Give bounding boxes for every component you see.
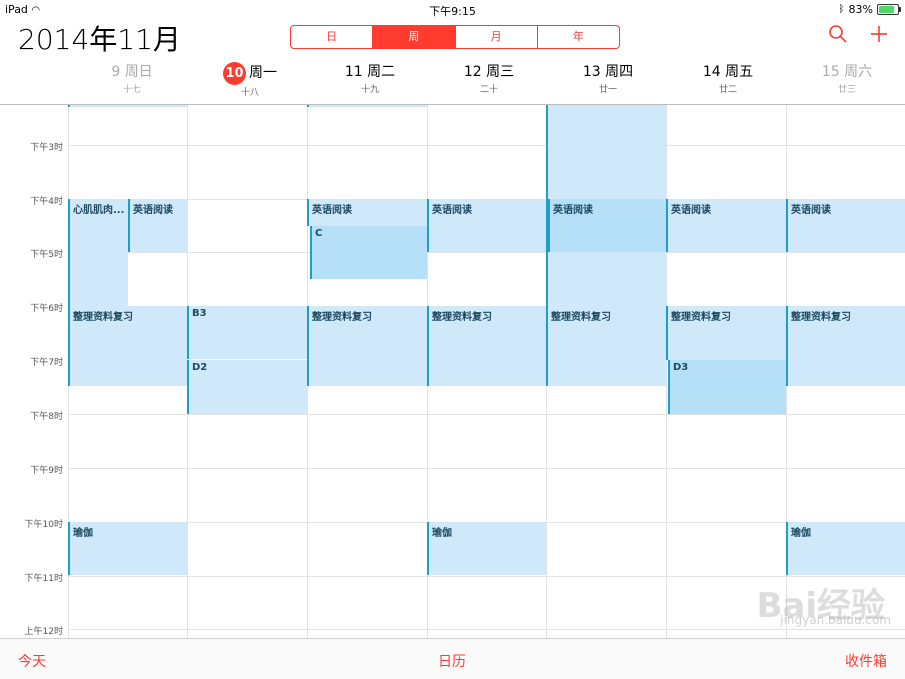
event-review-wed[interactable]: 整理资料复习 [427, 306, 546, 386]
day-date: 9 [111, 64, 121, 80]
time-label: 下午5时 [30, 250, 63, 260]
day-date: 12 [463, 64, 482, 80]
watermark-url: jingyan.baidu.com [780, 613, 891, 627]
battery-percent: 83% [848, 3, 873, 16]
day-header-tue[interactable]: 11 周二 十九 [310, 62, 430, 95]
time-label: 下午3时 [30, 143, 63, 153]
day-date: 14 [702, 64, 721, 80]
event-english-wed[interactable]: 英语阅读 [427, 199, 546, 252]
event-continuation[interactable] [307, 105, 427, 107]
event-review-thu[interactable]: 整理资料复习 [546, 306, 666, 386]
time-label: 下午11时 [24, 574, 63, 584]
event-yoga-sun[interactable]: 瑜伽 [68, 522, 187, 575]
day-header-sat[interactable]: 15 周六 廿三 [787, 62, 905, 95]
event-c[interactable]: C [310, 226, 427, 279]
day-lunar: 廿二 [718, 85, 737, 95]
day-header-thu[interactable]: 13 周四 廿一 [548, 62, 668, 95]
hour-line [68, 468, 905, 469]
day-weekday: 周二 [367, 64, 396, 80]
hour-line [68, 414, 905, 415]
bottom-toolbar: 今天 日历 收件箱 [0, 638, 905, 679]
event-yoga-sat[interactable]: 瑜伽 [786, 522, 905, 575]
event-b3[interactable]: B3 [187, 306, 307, 359]
day-weekday: 周三 [486, 64, 515, 80]
status-right: ᛒ 83% [838, 3, 901, 16]
today-date-circle: 10 [223, 62, 246, 85]
hour-line [68, 145, 905, 146]
event-review-sat[interactable]: 整理资料复习 [786, 306, 905, 386]
day-weekday: 周一 [249, 65, 277, 81]
day-lunar: 廿一 [598, 85, 617, 95]
day-header-sun[interactable]: 9 周日 十七 [72, 62, 192, 95]
event-english-tue[interactable]: 英语阅读 [307, 199, 427, 226]
add-event-icon[interactable] [869, 24, 889, 50]
page-title: 2014年11月 [18, 23, 181, 56]
event-english-thu[interactable]: 英语阅读 [548, 199, 666, 252]
day-date: 13 [582, 64, 601, 80]
time-label: 下午8时 [30, 412, 63, 422]
event-sun-heart[interactable]: 心肌肌肉... [68, 199, 128, 306]
view-segmented-control: 日 周 月 年 [290, 25, 620, 49]
segment-day[interactable]: 日 [291, 26, 374, 48]
day-lunar: 十七 [122, 85, 141, 95]
battery-icon [877, 4, 901, 15]
segment-year[interactable]: 年 [538, 26, 619, 48]
day-header-mon[interactable]: 10 周一 十八 [190, 62, 310, 98]
day-lunar: 二十 [479, 85, 498, 95]
column-divider [666, 105, 667, 638]
time-label: 下午9时 [30, 466, 63, 476]
event-yoga-wed[interactable]: 瑜伽 [427, 522, 546, 575]
status-bar: iPad ◠ 下午9:15 ᛒ 83% [0, 0, 905, 18]
day-weekday: 周日 [124, 64, 153, 80]
week-grid[interactable]: 下午3时 下午4时 下午5时 下午6时 下午7时 下午8时 下午9时 下午10时… [0, 105, 905, 638]
segment-week[interactable]: 周 [373, 26, 456, 48]
event-review-fri[interactable]: 整理资料复习 [666, 306, 786, 360]
time-label: 上午12时 [24, 627, 63, 637]
hour-line [68, 252, 905, 253]
time-label: 下午6时 [30, 304, 63, 314]
status-time: 下午9:15 [429, 5, 476, 18]
day-header-wed[interactable]: 12 周三 二十 [429, 62, 549, 95]
time-label: 下午4时 [30, 197, 63, 207]
bluetooth-icon: ᛒ [838, 4, 845, 15]
event-english-fri[interactable]: 英语阅读 [666, 199, 786, 252]
time-label: 下午10时 [24, 520, 63, 530]
hour-line [68, 629, 905, 630]
day-weekday: 周六 [844, 64, 873, 80]
calendars-button[interactable]: 日历 [438, 651, 466, 671]
day-lunar: 十八 [240, 88, 259, 98]
event-d2[interactable]: D2 [187, 360, 307, 414]
hour-line [68, 576, 905, 577]
day-date: 11 [344, 64, 363, 80]
event-english-sun[interactable]: 英语阅读 [128, 199, 187, 252]
segment-month[interactable]: 月 [456, 26, 538, 48]
inbox-button[interactable]: 收件箱 [845, 651, 887, 671]
day-weekday: 周四 [605, 64, 634, 80]
time-label: 下午7时 [30, 358, 63, 368]
event-d3[interactable]: D3 [668, 360, 786, 414]
day-weekday: 周五 [725, 64, 754, 80]
search-icon[interactable] [828, 24, 848, 50]
day-header-fri[interactable]: 14 周五 廿二 [668, 62, 788, 95]
event-english-sat[interactable]: 英语阅读 [786, 199, 905, 252]
day-lunar: 十九 [360, 85, 379, 95]
day-lunar: 廿三 [837, 85, 856, 95]
event-review-tue[interactable]: 整理资料复习 [307, 306, 427, 386]
event-continuation[interactable] [68, 105, 187, 107]
today-button[interactable]: 今天 [18, 651, 46, 671]
event-review-sun[interactable]: 整理资料复习 [68, 306, 187, 386]
day-date: 15 [821, 64, 840, 80]
